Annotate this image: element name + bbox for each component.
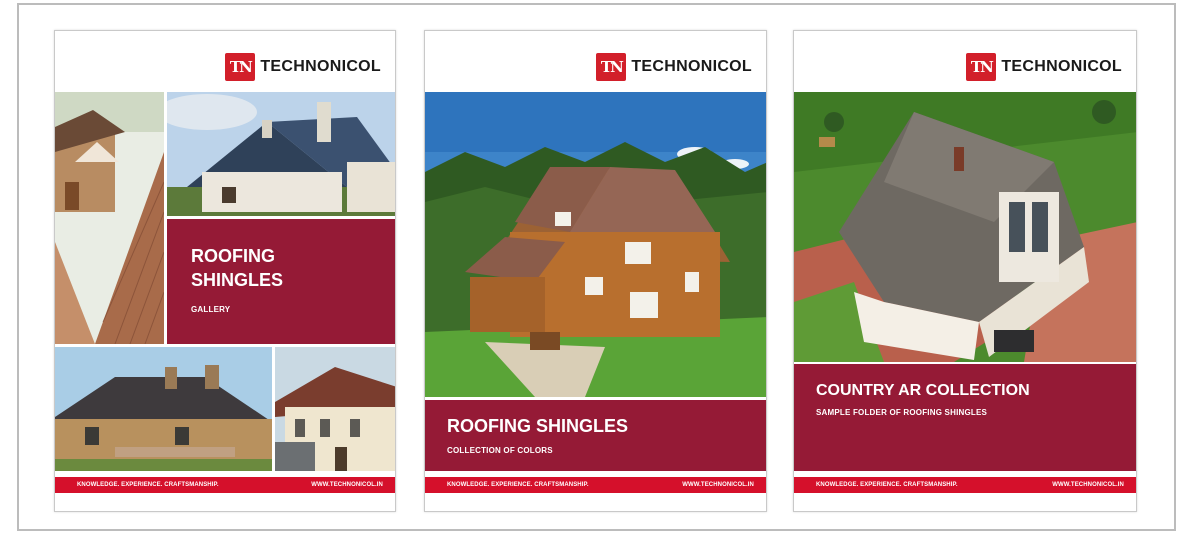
- title-panel: COUNTRY AR COLLECTION SAMPLE FOLDER OF R…: [794, 364, 1136, 471]
- technonicol-logo-icon: TN: [225, 53, 256, 81]
- brand-logo: TN TECHNONICOL: [225, 53, 381, 81]
- footer-tagline: KNOWLEDGE. EXPERIENCE. CRAFTSMANSHIP.: [77, 482, 219, 488]
- footer-website[interactable]: WWW.TECHNONICOL.IN: [311, 482, 383, 488]
- footer-band: KNOWLEDGE. EXPERIENCE. CRAFTSMANSHIP. WW…: [794, 477, 1136, 493]
- technonicol-logo-icon: TN: [966, 53, 997, 81]
- brand-name: TECHNONICOL: [260, 58, 381, 75]
- footer-tagline: KNOWLEDGE. EXPERIENCE. CRAFTSMANSHIP.: [447, 482, 589, 488]
- brand-logo: TN TECHNONICOL: [596, 53, 752, 81]
- subtitle: GALLERY: [191, 305, 231, 314]
- footer-tagline: KNOWLEDGE. EXPERIENCE. CRAFTSMANSHIP.: [816, 482, 958, 488]
- brochure-country-ar-collection[interactable]: TN TECHNONICOL COUNTRY AR COLLECTION SAM…: [793, 30, 1137, 512]
- brand-logo: TN TECHNONICOL: [966, 53, 1122, 81]
- photo-wooden-house: [425, 92, 766, 397]
- photo-shingle-closeup: [55, 92, 164, 344]
- technonicol-logo-icon: TN: [596, 53, 627, 81]
- brochure-gallery[interactable]: TN TECHNONICOL ROOFING SHINGLES GALLERY …: [54, 30, 396, 512]
- footer-band: KNOWLEDGE. EXPERIENCE. CRAFTSMANSHIP. WW…: [55, 477, 395, 493]
- photo-aerial-house: [794, 92, 1136, 362]
- brand-name: TECHNONICOL: [631, 58, 752, 75]
- footer-website[interactable]: WWW.TECHNONICOL.IN: [682, 482, 754, 488]
- footer-website[interactable]: WWW.TECHNONICOL.IN: [1052, 482, 1124, 488]
- title-panel: ROOFING SHINGLES COLLECTION OF COLORS: [425, 400, 766, 471]
- title-panel: ROOFING SHINGLES GALLERY: [167, 219, 395, 344]
- title: COUNTRY AR COLLECTION: [816, 382, 1030, 399]
- subtitle: COLLECTION OF COLORS: [447, 446, 553, 455]
- photo-cream-house: [275, 347, 395, 471]
- subtitle: SAMPLE FOLDER OF ROOFING SHINGLES: [816, 408, 988, 417]
- title-line-1: ROOFING: [191, 246, 275, 266]
- brand-name: TECHNONICOL: [1001, 58, 1122, 75]
- photo-brick-house: [55, 347, 272, 471]
- brochure-collection-of-colors[interactable]: TN TECHNONICOL ROOFING SHINGLES COLLECTI…: [424, 30, 767, 512]
- title-line-2: SHINGLES: [191, 270, 284, 290]
- photo-blue-roof-house: [167, 92, 395, 216]
- footer-band: KNOWLEDGE. EXPERIENCE. CRAFTSMANSHIP. WW…: [425, 477, 766, 493]
- title: ROOFING SHINGLES: [447, 416, 629, 436]
